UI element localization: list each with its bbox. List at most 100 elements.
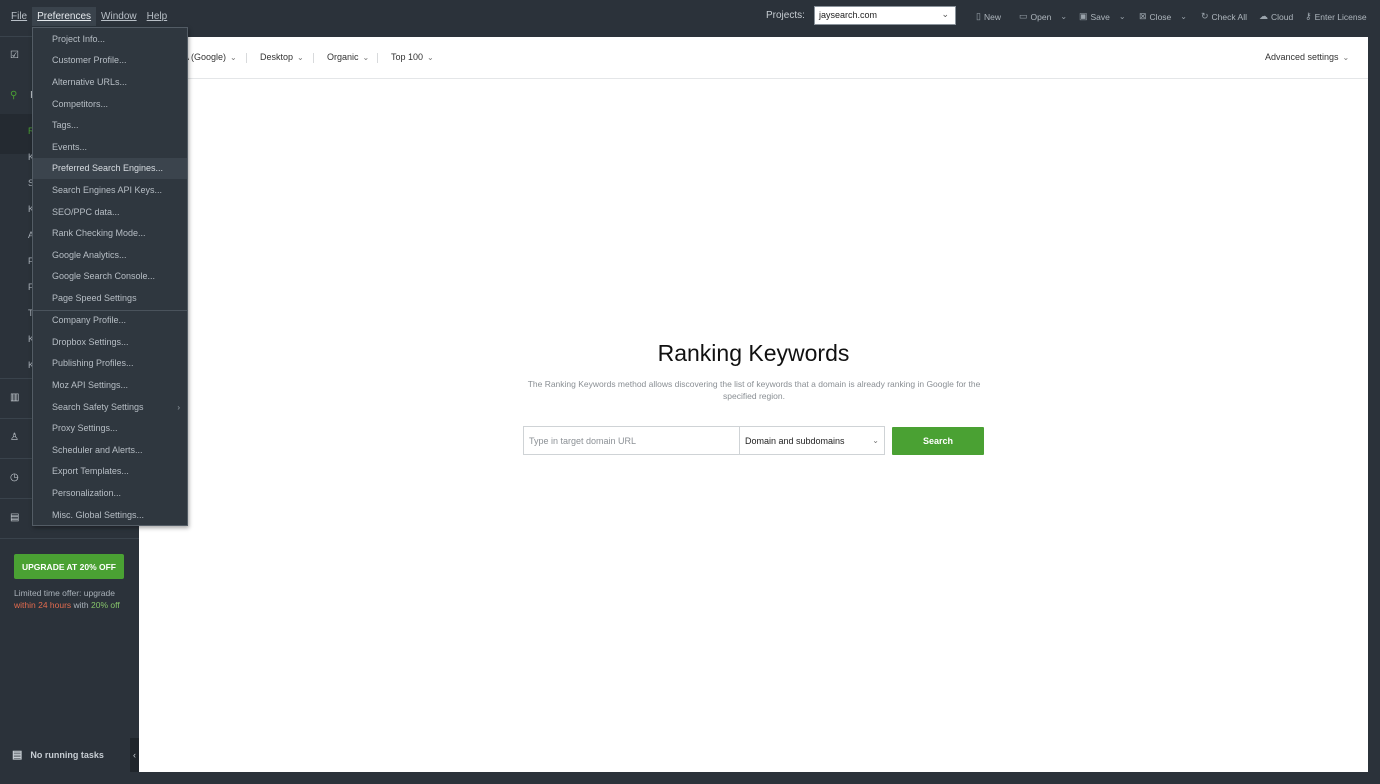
menu-preferences[interactable]: Preferences: [32, 7, 97, 26]
menu-item-customer-profile[interactable]: Customer Profile...: [33, 50, 187, 71]
menu-window[interactable]: Window: [96, 7, 142, 26]
chevron-down-icon[interactable]: ⌄: [1060, 12, 1067, 21]
cloud-icon: ☁: [1259, 11, 1268, 21]
chevron-down-icon[interactable]: ⌄: [1119, 12, 1126, 21]
save-label: Save: [1090, 11, 1110, 22]
device-value: Desktop: [260, 52, 294, 62]
menu-item-label: Search Safety Settings: [52, 402, 144, 412]
domain-url-input[interactable]: [523, 426, 740, 455]
depth-value: Top 100: [391, 52, 424, 62]
menu-item-moz-api-settings[interactable]: Moz API Settings...: [33, 375, 187, 396]
gauge-icon: ◷: [10, 472, 19, 483]
new-button[interactable]: ▯ New: [976, 11, 1001, 22]
preferences-menu: Project Info... Customer Profile... Alte…: [32, 27, 188, 526]
new-file-icon: ▯: [976, 11, 981, 21]
chevron-down-icon: ⌄: [1342, 52, 1350, 62]
menu-item-project-info[interactable]: Project Info...: [33, 29, 187, 50]
search-engine-value: A (Google): [183, 52, 227, 62]
menu-item-search-engines-api-keys[interactable]: Search Engines API Keys...: [33, 180, 187, 201]
save-button[interactable]: ▣ Save ⌄: [1079, 11, 1126, 22]
title-bar: File Preferences Window Help Projects: j…: [0, 0, 1380, 36]
chevron-down-icon: ⌄: [362, 52, 370, 62]
menu-item-publishing-profiles[interactable]: Publishing Profiles...: [33, 353, 187, 374]
search-icon: ⚲: [10, 90, 18, 101]
menu-item-page-speed-settings[interactable]: Page Speed Settings: [33, 288, 187, 309]
projects-label: Projects:: [766, 10, 805, 21]
main-panel: A (Google) ⌄ Desktop ⌄ Organic ⌄ Top 100…: [139, 37, 1368, 772]
filter-separator: [377, 53, 378, 63]
menu-item-seo-ppc-data[interactable]: SEO/PPC data...: [33, 202, 187, 223]
open-button[interactable]: ▭ Open ⌄: [1019, 11, 1067, 22]
menu-help[interactable]: Help: [142, 7, 173, 26]
menu-item-preferred-search-engines[interactable]: Preferred Search Engines...: [33, 158, 187, 179]
collapse-sidebar-button[interactable]: ‹: [130, 738, 139, 772]
menu-item-alternative-urls[interactable]: Alternative URLs...: [33, 72, 187, 93]
result-type-filter[interactable]: Organic ⌄: [327, 52, 369, 62]
upgrade-button[interactable]: UPGRADE AT 20% OFF: [14, 554, 124, 579]
chevron-down-icon: ⌄: [872, 436, 879, 445]
close-icon: ⊠: [1139, 11, 1147, 21]
folder-icon: ▭: [1019, 11, 1028, 21]
scope-select[interactable]: Domain and subdomains ⌄: [739, 426, 885, 455]
search-engine-filter[interactable]: A (Google) ⌄: [183, 52, 237, 62]
menu-item-google-search-console[interactable]: Google Search Console...: [33, 266, 187, 287]
chevron-down-icon[interactable]: ⌄: [1180, 12, 1187, 21]
filter-separator: [246, 53, 247, 63]
menu-item-dropbox-settings[interactable]: Dropbox Settings...: [33, 332, 187, 353]
offer-deadline: within 24 hours: [14, 600, 72, 610]
menu-item-events[interactable]: Events...: [33, 137, 187, 158]
new-label: New: [983, 11, 1001, 22]
key-icon: ⚷: [1305, 11, 1312, 21]
user-icon: ♙: [10, 432, 19, 443]
checkbox-icon: ☑: [10, 50, 19, 61]
page-description: The Ranking Keywords method allows disco…: [527, 379, 981, 401]
menu-item-personalization[interactable]: Personalization...: [33, 483, 187, 504]
menu-file[interactable]: File: [6, 7, 32, 26]
offer-discount: 20% off: [91, 600, 120, 610]
chevron-down-icon: ⌄: [230, 52, 237, 62]
enter-license-button[interactable]: ⚷ Enter License: [1305, 11, 1367, 22]
sidebar-divider: [0, 538, 139, 539]
enter-license-label: Enter License: [1314, 11, 1367, 22]
menu-item-scheduler-and-alerts[interactable]: Scheduler and Alerts...: [33, 440, 187, 461]
save-icon: ▣: [1079, 11, 1088, 21]
filter-separator: [313, 53, 314, 63]
menu-bar: File Preferences Window Help: [6, 7, 172, 26]
scope-select-value: Domain and subdomains: [745, 436, 845, 446]
bar-chart-icon: ▥: [10, 392, 20, 403]
advanced-settings-label: Advanced settings: [1265, 52, 1339, 62]
document-icon: ▤: [10, 512, 20, 523]
page-title: Ranking Keywords: [657, 340, 850, 366]
open-label: Open: [1030, 11, 1052, 22]
project-select[interactable]: jaysearch.com ⌄: [814, 6, 956, 25]
menu-item-rank-checking-mode[interactable]: Rank Checking Mode...: [33, 223, 187, 244]
menu-item-competitors[interactable]: Competitors...: [33, 94, 187, 115]
menu-item-google-analytics[interactable]: Google Analytics...: [33, 245, 187, 266]
search-button[interactable]: Search: [892, 427, 984, 455]
menu-item-tags[interactable]: Tags...: [33, 115, 187, 136]
filter-bar: A (Google) ⌄ Desktop ⌄ Organic ⌄ Top 100…: [139, 37, 1368, 79]
close-button[interactable]: ⊠ Close ⌄: [1139, 11, 1187, 22]
check-all-label: Check All: [1211, 11, 1247, 22]
running-tasks[interactable]: ▤ No running tasks: [12, 748, 104, 761]
menu-item-export-templates[interactable]: Export Templates...: [33, 461, 187, 482]
chevron-right-icon: ›: [177, 403, 180, 412]
limited-offer-text: Limited time offer: upgrade within 24 ho…: [14, 587, 134, 611]
check-all-button[interactable]: ↻ Check All: [1201, 11, 1247, 22]
device-filter[interactable]: Desktop ⌄: [260, 52, 304, 62]
tasks-label: No running tasks: [30, 749, 104, 760]
advanced-settings-toggle[interactable]: Advanced settings ⌄: [1265, 52, 1349, 62]
result-type-value: Organic: [327, 52, 359, 62]
chevron-down-icon: ⌄: [941, 9, 949, 19]
menu-item-company-profile[interactable]: Company Profile...: [33, 310, 187, 331]
menu-item-proxy-settings[interactable]: Proxy Settings...: [33, 418, 187, 439]
close-label: Close: [1149, 11, 1172, 22]
refresh-icon: ↻: [1201, 11, 1209, 21]
offer-line1: Limited time offer: upgrade: [14, 588, 115, 598]
offer-with: with: [71, 600, 92, 610]
depth-filter[interactable]: Top 100 ⌄: [391, 52, 434, 62]
menu-item-search-safety-settings[interactable]: Search Safety Settings ›: [33, 397, 187, 418]
menu-item-misc-global-settings[interactable]: Misc. Global Settings...: [33, 505, 187, 526]
cloud-button[interactable]: ☁ Cloud: [1259, 11, 1293, 22]
chevron-down-icon: ⌄: [297, 52, 304, 62]
